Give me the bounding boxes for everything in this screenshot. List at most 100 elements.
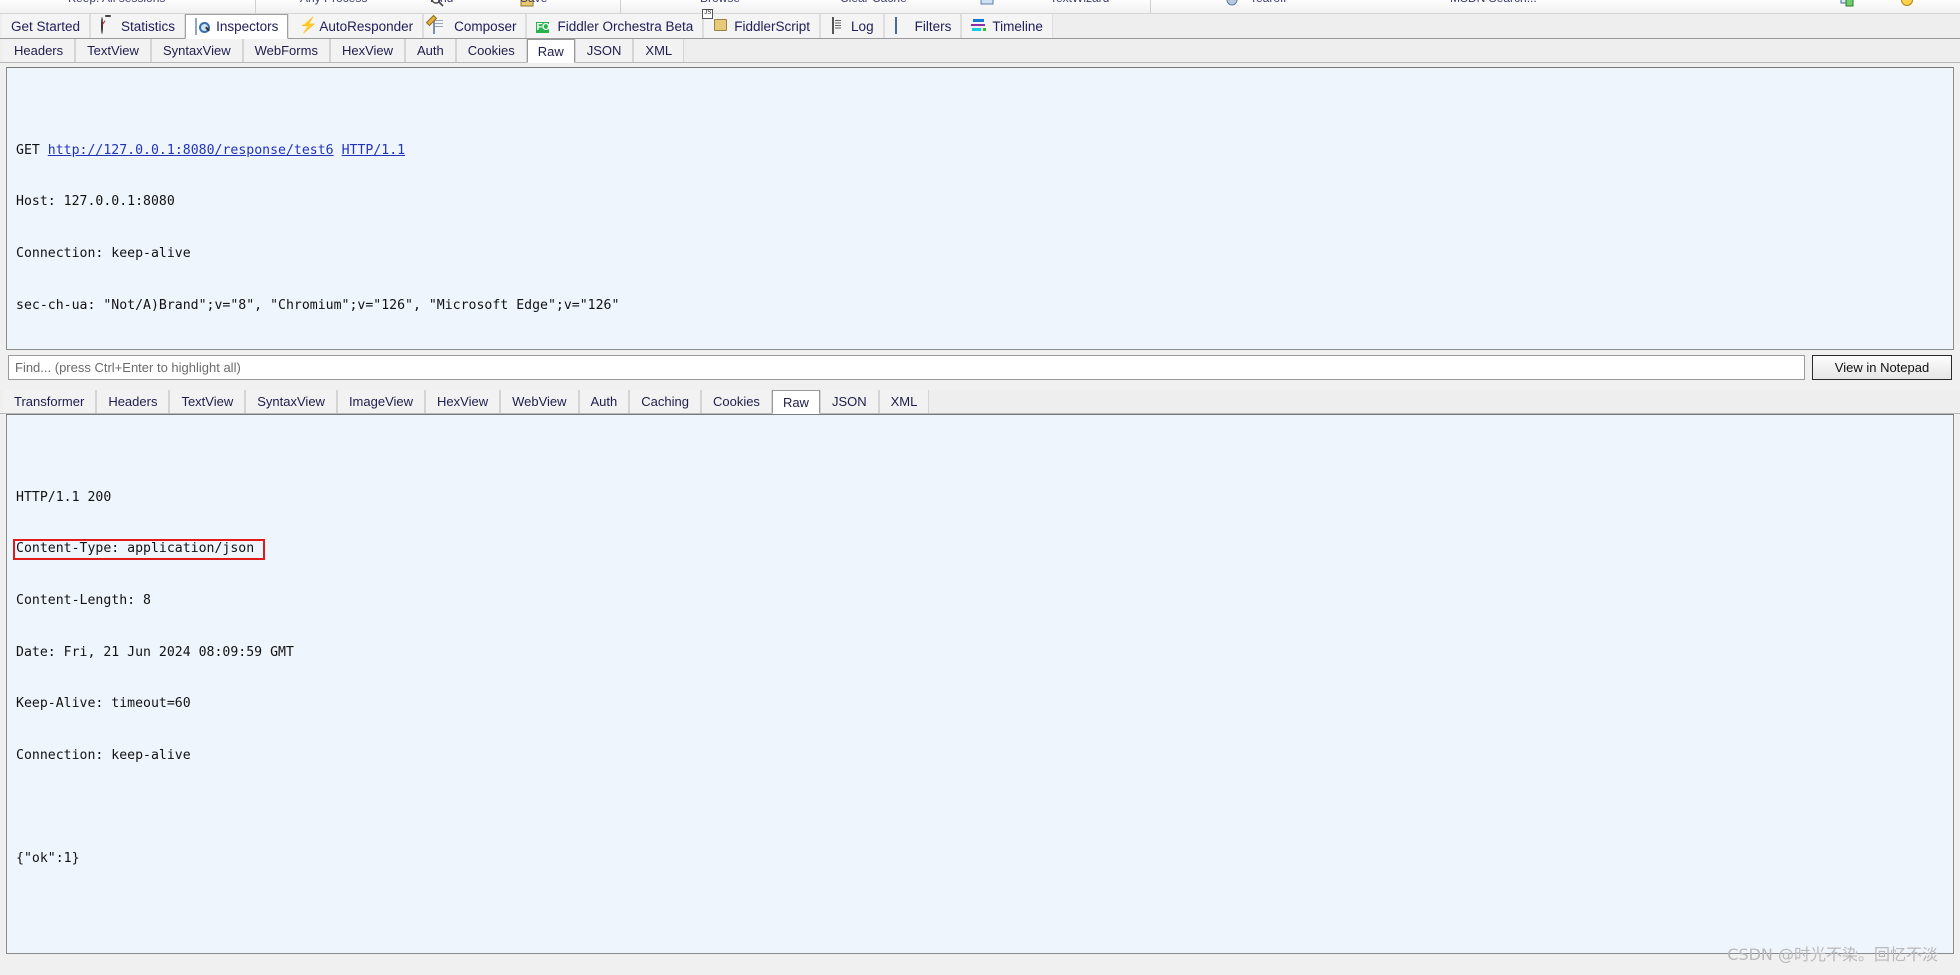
response-tab-transformer[interactable]: Transformer xyxy=(3,390,97,413)
response-raw-textarea[interactable]: HTTP/1.1 200 Content-Type: application/j… xyxy=(6,414,1954,954)
toolbar-separator xyxy=(255,0,256,13)
request-tab-headers[interactable]: Headers xyxy=(3,39,76,62)
request-raw-textarea[interactable]: GET http://127.0.0.1:8080/response/test6… xyxy=(6,67,1954,350)
toolbar-fragment[interactable]: Clear Cache xyxy=(840,0,907,5)
request-tab-syntaxview[interactable]: SyntaxView xyxy=(150,39,243,62)
request-header-line: sec-ch-ua: "Not/A)Brand";v="8", "Chromiu… xyxy=(16,297,620,313)
request-inspector-tabbar[interactable]: Headers TextView SyntaxView WebForms Hex… xyxy=(0,39,1960,63)
tab-filters-label: Filters xyxy=(914,18,952,34)
request-header-line: Connection: keep-alive xyxy=(16,246,191,261)
clear-cache-icon[interactable] xyxy=(1225,0,1239,7)
tab-fiddler-orchestra[interactable]: FO Fiddler Orchestra Beta xyxy=(526,14,704,38)
request-tab-auth[interactable]: Auth xyxy=(405,39,456,62)
tab-inspectors[interactable]: Inspectors xyxy=(185,14,289,39)
response-tab-json-label: JSON xyxy=(831,394,867,409)
response-tab-imageview[interactable]: ImageView xyxy=(336,390,426,413)
tab-timeline[interactable]: Timeline xyxy=(961,14,1053,38)
response-tab-raw[interactable]: Raw xyxy=(771,390,820,414)
response-tab-cookies-label: Cookies xyxy=(712,394,760,409)
tab-fiddlerscript[interactable]: FiddlerScript xyxy=(703,14,821,38)
response-tab-hexview[interactable]: HexView xyxy=(425,390,501,413)
request-tab-xml-label: XML xyxy=(645,43,673,58)
toolbar-fragment[interactable]: Keep: All sessions xyxy=(68,0,165,5)
response-tab-syntaxview[interactable]: SyntaxView xyxy=(245,390,337,413)
response-tab-hexview-label: HexView xyxy=(437,394,489,409)
watermark-text: CSDN @时光不染。回忆不淡 xyxy=(1727,945,1938,964)
response-header-content-type: Content-Type: application/json xyxy=(16,541,255,557)
response-header-keep-alive: Keep-Alive: timeout=60 xyxy=(16,696,191,712)
toolbar-fragment[interactable]: MSDN Search... xyxy=(1450,0,1537,5)
response-tab-json[interactable]: JSON xyxy=(819,390,879,413)
request-tab-raw[interactable]: Raw xyxy=(526,39,575,63)
toolbar-fragment[interactable]: Any Process xyxy=(300,0,367,5)
tab-autoresponder[interactable]: AutoResponder xyxy=(288,14,424,38)
response-tab-auth[interactable]: Auth xyxy=(578,390,630,413)
tab-composer[interactable]: Composer xyxy=(423,14,527,38)
response-tab-webview[interactable]: WebView xyxy=(500,390,579,413)
response-tab-xml[interactable]: XML xyxy=(878,390,930,413)
request-tab-textview[interactable]: TextView xyxy=(75,39,151,62)
request-tab-xml[interactable]: XML xyxy=(633,39,685,62)
response-header-date: Date: Fri, 21 Jun 2024 08:09:59 GMT xyxy=(16,644,294,660)
toolbar-separator xyxy=(1150,0,1151,13)
inspector-main-tabbar[interactable]: Get Started Statistics Inspectors AutoRe… xyxy=(0,14,1960,39)
request-header-line: sec-ch-ua-mobile: ?0 xyxy=(16,348,1953,349)
globe-icon[interactable] xyxy=(1900,0,1914,7)
filter-icon xyxy=(894,17,910,34)
find-bar-row[interactable]: Find... (press Ctrl+Enter to highlight a… xyxy=(0,350,1960,385)
response-body: {"ok":1} xyxy=(16,850,80,866)
response-tab-headers-label: Headers xyxy=(108,394,158,409)
tearoff-icon[interactable] xyxy=(1840,0,1854,7)
response-tab-textview-label: TextView xyxy=(181,394,234,409)
toolbar-fragment[interactable]: Find xyxy=(430,0,453,5)
request-tab-json[interactable]: JSON xyxy=(574,39,634,62)
request-tab-hexview-label: HexView xyxy=(341,43,394,58)
response-tab-headers[interactable]: Headers xyxy=(96,390,170,413)
response-header-connection: Connection: keep-alive xyxy=(16,747,191,763)
request-tab-hexview[interactable]: HexView xyxy=(329,39,406,62)
request-tab-webforms-label: WebForms xyxy=(254,43,318,58)
response-tab-textview[interactable]: TextView xyxy=(169,390,246,413)
tab-timeline-label: Timeline xyxy=(992,18,1043,34)
browse-icon[interactable] xyxy=(980,0,994,7)
request-tab-webforms[interactable]: WebForms xyxy=(242,39,330,62)
response-tab-auth-label: Auth xyxy=(590,394,618,409)
response-inspector-tabbar[interactable]: Transformer Headers TextView SyntaxView … xyxy=(0,390,1960,414)
request-tab-json-label: JSON xyxy=(586,43,622,58)
request-section: GET http://127.0.0.1:8080/response/test6… xyxy=(0,63,1960,350)
request-tab-auth-label: Auth xyxy=(417,43,444,58)
tab-log[interactable]: Log xyxy=(820,14,884,38)
log-icon xyxy=(830,17,846,34)
request-url-link[interactable]: http://127.0.0.1:8080/response/test6 xyxy=(48,143,334,158)
request-http-version: HTTP/1.1 xyxy=(341,142,406,158)
find-input[interactable]: Find... (press Ctrl+Enter to highlight a… xyxy=(8,355,1805,380)
toolbar-fragment[interactable]: Browse xyxy=(700,0,740,5)
request-header-line: Host: 127.0.0.1:8080 xyxy=(16,194,175,210)
request-line: GET http://127.0.0.1:8080/response/test6… xyxy=(16,142,1953,159)
inspectors-icon xyxy=(195,17,211,35)
request-tab-cookies-label: Cookies xyxy=(467,43,515,58)
tab-autoresponder-label: AutoResponder xyxy=(319,18,414,34)
toolbar-fragment[interactable]: TextWizard xyxy=(1050,0,1109,5)
tab-statistics[interactable]: Statistics xyxy=(90,14,186,38)
tab-composer-label: Composer xyxy=(454,18,517,34)
tab-get-started[interactable]: Get Started xyxy=(2,14,91,38)
response-tab-xml-label: XML xyxy=(890,394,918,409)
response-section: HTTP/1.1 200 Content-Type: application/j… xyxy=(0,414,1960,960)
toolbar-fragment[interactable]: Tearoff xyxy=(1250,0,1286,5)
toolbar-fragment[interactable]: Save xyxy=(520,0,547,5)
stopwatch-icon xyxy=(100,17,116,34)
tab-log-label: Log xyxy=(851,18,874,34)
response-tab-syntaxview-label: SyntaxView xyxy=(257,394,325,409)
response-tab-webview-label: WebView xyxy=(512,394,567,409)
request-tab-raw-label: Raw xyxy=(537,43,564,59)
response-tab-cookies[interactable]: Cookies xyxy=(700,390,772,413)
response-tab-raw-label: Raw xyxy=(782,394,809,410)
tab-filters[interactable]: Filters xyxy=(883,14,962,38)
main-toolbar-clipped[interactable]: Keep: All sessions Any Process Find Save Br… xyxy=(0,0,1960,14)
request-tab-cookies[interactable]: Cookies xyxy=(455,39,527,62)
toolbar-separator xyxy=(620,0,621,13)
tab-inspectors-label: Inspectors xyxy=(216,19,279,34)
view-in-notepad-button[interactable]: View in Notepad xyxy=(1812,355,1952,380)
response-tab-caching[interactable]: Caching xyxy=(629,390,701,413)
